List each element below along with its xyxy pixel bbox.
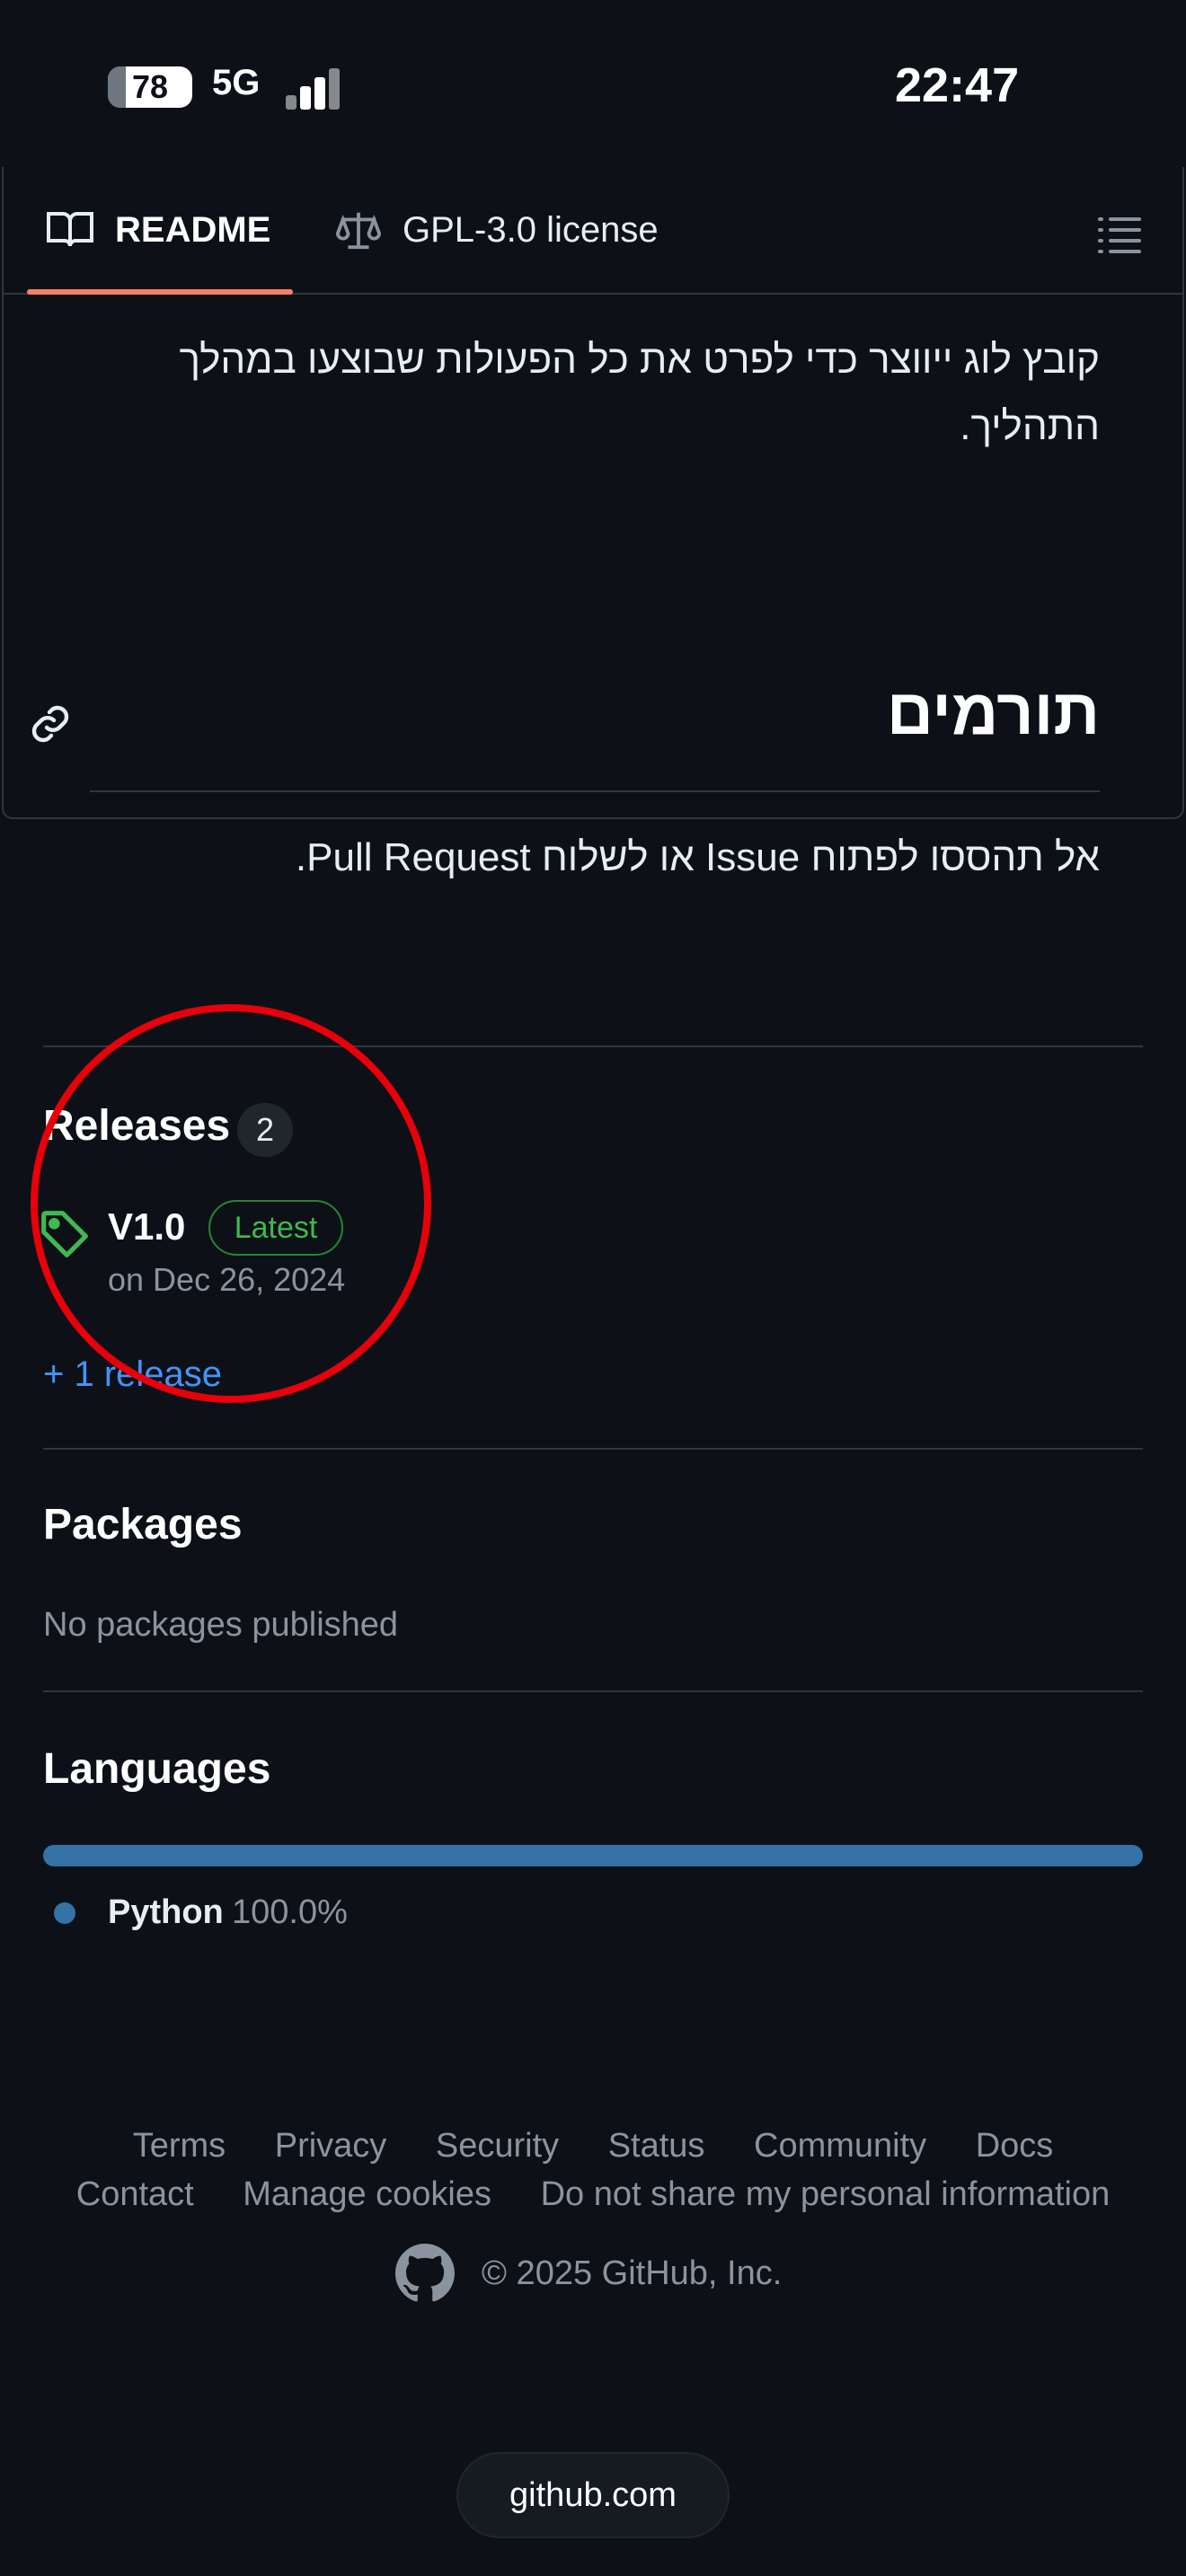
language-name[interactable]: Python bbox=[108, 1893, 224, 1932]
readme-card: README GPL-3.0 license קובץ לוג ייווצר כ… bbox=[2, 167, 1184, 879]
languages-title: Languages bbox=[43, 1745, 271, 1793]
book-icon bbox=[47, 212, 93, 247]
law-scale-icon bbox=[336, 212, 381, 250]
footer-link-docs[interactable]: Docs bbox=[976, 2127, 1054, 2165]
footer-links-row-1: Terms Privacy Security Status Community … bbox=[0, 2127, 1186, 2166]
no-packages-text: No packages published bbox=[43, 1606, 399, 1644]
annotation-circle bbox=[31, 1004, 431, 1403]
footer-link-status[interactable]: Status bbox=[608, 2127, 705, 2165]
battery-indicator: 78 bbox=[108, 66, 192, 108]
readme-paragraph-contribute: אל תהססו לפתוח Issue או לשלוח Pull Reque… bbox=[295, 835, 1100, 879]
tab-readme[interactable]: README bbox=[47, 203, 270, 257]
section-divider bbox=[43, 1690, 1143, 1692]
table-of-contents-icon[interactable] bbox=[1096, 212, 1143, 259]
readme-heading: תורמים bbox=[886, 676, 1100, 748]
readme-paragraph: קובץ לוג ייווצר כדי לפרט את כל הפעולות ש… bbox=[179, 338, 1100, 448]
browser-url-bar[interactable]: github.com bbox=[456, 2452, 730, 2538]
signal-strength-icon bbox=[286, 66, 343, 110]
language-percent: 100.0% bbox=[232, 1893, 348, 1931]
footer-link-contact[interactable]: Contact bbox=[76, 2175, 194, 2213]
readme-tabs: README GPL-3.0 license bbox=[4, 167, 1182, 295]
language-bar bbox=[43, 1845, 1143, 1866]
footer-link-security[interactable]: Security bbox=[436, 2127, 559, 2165]
github-logo-icon[interactable] bbox=[395, 2244, 455, 2303]
link-icon[interactable] bbox=[29, 702, 72, 745]
footer-link-community[interactable]: Community bbox=[754, 2127, 926, 2165]
footer-link-terms[interactable]: Terms bbox=[133, 2127, 226, 2165]
footer-links-row-2: Contact Manage cookies Do not share my p… bbox=[0, 2175, 1186, 2214]
active-tab-indicator bbox=[27, 289, 293, 295]
tab-readme-label: README bbox=[115, 209, 271, 250]
battery-level: 78 bbox=[131, 68, 169, 105]
status-time: 22:47 bbox=[895, 58, 1020, 112]
tab-license[interactable]: GPL-3.0 license bbox=[336, 203, 659, 257]
section-divider bbox=[43, 1448, 1143, 1450]
copyright-text: © 2025 GitHub, Inc. bbox=[482, 2254, 783, 2292]
status-bar: 78 5G 22:47 bbox=[0, 0, 1186, 167]
footer-link-manage-cookies[interactable]: Manage cookies bbox=[243, 2175, 491, 2213]
footer-copyright: © 2025 GitHub, Inc. bbox=[395, 2244, 782, 2303]
tab-license-label: GPL-3.0 license bbox=[403, 209, 659, 250]
footer-link-privacy[interactable]: Privacy bbox=[275, 2127, 387, 2165]
network-type: 5G bbox=[212, 63, 261, 102]
packages-title[interactable]: Packages bbox=[43, 1500, 243, 1549]
footer-link-do-not-share[interactable]: Do not share my personal information bbox=[541, 2175, 1111, 2213]
python-color-dot bbox=[54, 1902, 75, 1924]
